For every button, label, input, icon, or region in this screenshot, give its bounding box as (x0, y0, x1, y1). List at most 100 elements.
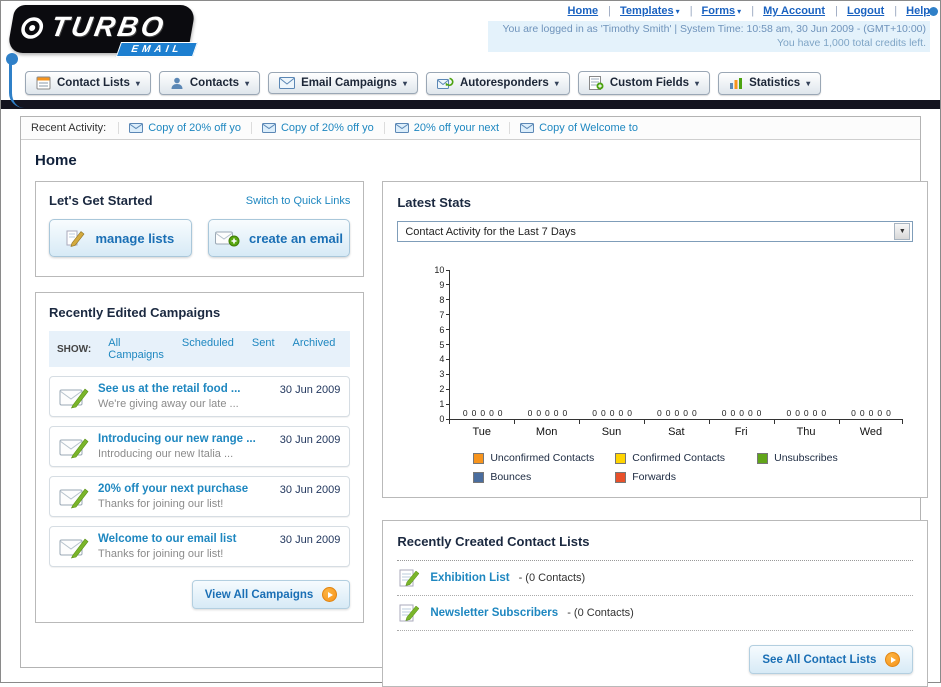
y-axis-label: 9 (439, 280, 451, 290)
page-title: Home (35, 152, 77, 169)
tab-contacts[interactable]: Contacts ▾ (158, 71, 261, 95)
bar-value-label: 0 (877, 407, 883, 418)
chart-legend: Unconfirmed Contacts Confirmed Contacts Un… (473, 452, 903, 483)
campaign-title-link[interactable]: 20% off your next purchase (98, 483, 271, 495)
campaign-filter-tab[interactable]: Scheduled (175, 335, 241, 363)
campaign-row[interactable]: Welcome to our email list Thanks for joi… (49, 526, 351, 567)
tab-custom-fields[interactable]: Custom Fields ▾ (577, 71, 711, 95)
bar-value-label: 0 (868, 407, 874, 418)
top-link-templates[interactable]: Templates (620, 5, 674, 17)
bar-value-label: 0 (471, 407, 477, 418)
y-axis-label: 4 (439, 354, 451, 364)
top-link-home[interactable]: Home (568, 5, 599, 17)
campaign-title-link[interactable]: See us at the retail food ... (98, 383, 271, 395)
legend-swatch (473, 471, 485, 483)
tab-statistics[interactable]: Statistics ▾ (718, 71, 822, 95)
autoresponders-icon (436, 77, 454, 89)
tab-autoresponders[interactable]: Autoresponders ▾ (425, 71, 570, 95)
campaign-date: 30 Jun 2009 (279, 434, 341, 446)
tab-label: Autoresponders (459, 77, 549, 89)
credits-text: You have 1,000 total credits left. (776, 37, 926, 49)
campaign-filter-tab[interactable]: All Campaigns (101, 335, 171, 363)
bar-group: 00000 (450, 407, 515, 420)
top-nav: Home Templates▾ Forms▾ My Account Logout… (488, 5, 930, 17)
chevron-down-icon: ▾ (737, 6, 742, 16)
y-axis-label: 7 (439, 310, 451, 320)
legend-swatch (757, 452, 769, 464)
campaign-title-link[interactable]: Welcome to our email list (98, 533, 271, 545)
campaign-filter-tab[interactable]: Sent (245, 335, 282, 363)
contact-list-items: Exhibition List - (0 Contacts) Newslette… (397, 561, 914, 631)
right-column: Latest Stats Contact Activity for the La… (382, 181, 929, 687)
chevron-down-icon: ▾ (245, 78, 250, 88)
recent-campaigns-panel: Recently Edited Campaigns SHOW: All Camp… (35, 292, 365, 623)
bar-value-label: 0 (795, 407, 800, 418)
campaign-title-link[interactable]: Introducing our new range ... (98, 433, 271, 445)
bar-value-label: 0 (786, 407, 792, 418)
campaign-subtitle: Thanks for joining our list! (98, 548, 224, 560)
left-column: Let's Get Started Switch to Quick Links … (35, 181, 365, 687)
top-right-area: Home Templates▾ Forms▾ My Account Logout… (488, 5, 930, 52)
x-axis-label: Sun (579, 420, 644, 438)
contact-list-row[interactable]: Newsletter Subscribers - (0 Contacts) (397, 596, 914, 631)
recent-activity-item[interactable]: 20% off your next (383, 122, 509, 134)
recent-activity-link[interactable]: Copy of Welcome to (539, 122, 638, 134)
x-axis-label: Mon (514, 420, 579, 438)
campaign-date: 30 Jun 2009 (279, 534, 341, 546)
recent-activity-bar: Recent Activity: Copy of 20% off yo Copy… (21, 117, 920, 140)
email-icon (261, 123, 276, 133)
legend-swatch (473, 452, 485, 464)
chevron-down-icon: ▾ (695, 78, 700, 88)
contact-list-link[interactable]: Exhibition List (430, 572, 509, 584)
top-link-help[interactable]: Help (906, 5, 930, 17)
top-link-my-account[interactable]: My Account (763, 5, 825, 17)
main-nav: Contact Lists ▾ Contacts ▾ Email Campaig… (1, 65, 940, 100)
campaign-row[interactable]: 20% off your next purchase Thanks for jo… (49, 476, 351, 517)
bar-value-label: 0 (674, 407, 680, 418)
stats-period-select[interactable]: Contact Activity for the Last 7 Days ▼ (397, 221, 914, 242)
recent-activity-item[interactable]: Copy of Welcome to (509, 122, 648, 134)
manage-lists-button[interactable]: manage lists (49, 219, 192, 257)
campaign-date: 30 Jun 2009 (279, 484, 341, 496)
bar-group: 00000 (839, 407, 904, 420)
tab-email-campaigns[interactable]: Email Campaigns ▾ (268, 72, 418, 94)
recent-activity-link[interactable]: Copy of 20% off yo (148, 122, 241, 134)
email-icon (394, 123, 409, 133)
campaign-row[interactable]: See us at the retail food ... We're givi… (49, 376, 351, 417)
recent-contact-lists-panel: Recently Created Contact Lists Exhibitio… (382, 520, 929, 687)
see-all-contact-lists-button[interactable]: See All Contact Lists (749, 645, 914, 674)
tab-label: Email Campaigns (301, 77, 397, 89)
tab-contact-lists[interactable]: Contact Lists ▾ (25, 71, 151, 95)
show-label: SHOW: (57, 343, 92, 355)
top-link-forms[interactable]: Forms (702, 5, 736, 17)
view-all-campaigns-button[interactable]: View All Campaigns (191, 580, 351, 609)
top-link-logout[interactable]: Logout (847, 5, 884, 17)
tab-label: Contacts (189, 77, 240, 89)
bar-group: 00000 (580, 408, 645, 420)
chevron-down-icon: ▾ (806, 78, 811, 88)
recent-activity-link[interactable]: Copy of 20% off yo (281, 122, 374, 134)
bar-value-label: 0 (480, 407, 486, 418)
contact-list-row[interactable]: Exhibition List - (0 Contacts) (397, 561, 914, 596)
campaign-edit-icon (59, 538, 89, 558)
recent-activity-item[interactable]: Copy of 20% off yo (118, 122, 251, 134)
campaign-row[interactable]: Introducing our new range ... Introducin… (49, 426, 351, 467)
campaign-filter-tab[interactable]: Archived (286, 335, 343, 363)
custom-fields-icon (588, 76, 604, 90)
create-email-button[interactable]: create an email (207, 219, 351, 257)
arrow-right-icon (885, 652, 901, 667)
legend-item: Confirmed Contacts (615, 452, 757, 464)
chevron-down-icon: ▾ (675, 6, 680, 16)
contacts-icon (171, 77, 183, 89)
y-axis-label: 2 (439, 384, 451, 394)
campaigns-filter-bar: SHOW: All Campaigns Scheduled Sent Archi… (49, 331, 351, 367)
edit-list-icon (399, 569, 420, 587)
bar-value-label: 0 (553, 407, 559, 418)
campaign-date: 30 Jun 2009 (279, 384, 341, 396)
email-icon (520, 123, 535, 133)
recent-activity-link[interactable]: 20% off your next (414, 122, 499, 134)
switch-quick-links-link[interactable]: Switch to Quick Links (246, 195, 351, 207)
app-logo[interactable]: TURBO EMAIL (6, 5, 199, 57)
contact-list-link[interactable]: Newsletter Subscribers (430, 607, 558, 619)
recent-activity-item[interactable]: Copy of 20% off yo (250, 122, 384, 134)
